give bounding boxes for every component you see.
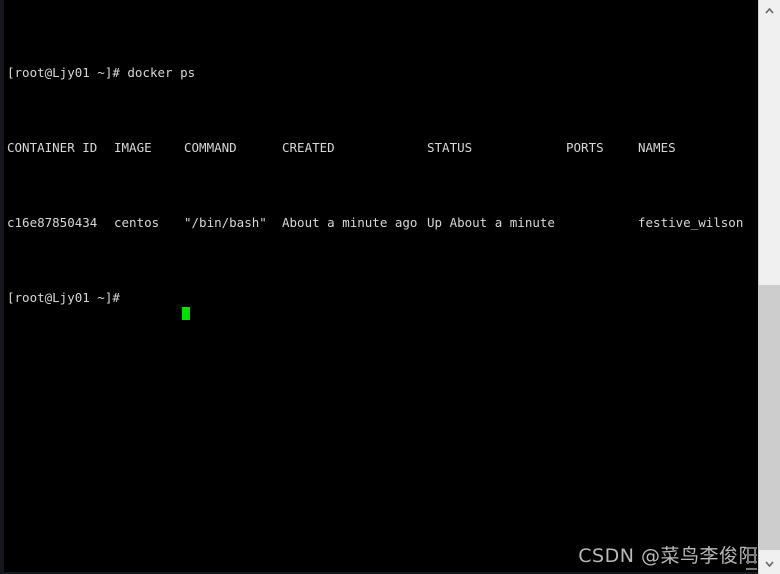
cell-names: festive_wilson: [638, 215, 744, 230]
terminal-cursor: [182, 307, 191, 320]
cell-created: About a minute ago: [282, 215, 418, 230]
terminal-output-area[interactable]: [root@Ljy01 ~]# docker ps CONTAINER ID I…: [4, 0, 756, 572]
cell-container-id: c16e87850434: [7, 215, 98, 230]
scrollbar-up-button[interactable]: [759, 0, 780, 21]
scrollbar-down-button[interactable]: [759, 553, 780, 574]
chevron-up-icon: [765, 7, 774, 14]
cell-status: Up About a minute: [427, 215, 555, 230]
terminal-line-command: [root@Ljy01 ~]# docker ps: [4, 65, 756, 80]
terminal-line-prompt-active: [root@Ljy01 ~]#: [4, 290, 756, 320]
header-ports: PORTS: [566, 140, 604, 155]
grip-line: [746, 568, 757, 570]
scrollbar-thumb[interactable]: [759, 285, 780, 550]
header-command: COMMAND: [184, 140, 237, 155]
chevron-down-icon: [765, 560, 774, 567]
header-image: IMAGE: [114, 140, 152, 155]
scrollbar-track[interactable]: [759, 21, 780, 553]
header-status: STATUS: [427, 140, 473, 155]
docker-ps-header-row: CONTAINER ID IMAGE COMMAND CREATED STATU…: [4, 140, 756, 155]
resize-grip[interactable]: [746, 546, 758, 572]
grip-line: [746, 554, 757, 556]
cell-image: centos: [114, 215, 160, 230]
header-names: NAMES: [638, 140, 676, 155]
header-created: CREATED: [282, 140, 335, 155]
header-container-id: CONTAINER ID: [7, 140, 98, 155]
grip-line: [746, 561, 757, 563]
active-prompt: [root@Ljy01 ~]#: [7, 290, 128, 305]
cell-command: "/bin/bash": [184, 215, 267, 230]
docker-ps-table-row: c16e87850434 centos "/bin/bash" About a …: [4, 215, 756, 230]
grip-line: [746, 547, 757, 549]
terminal-window[interactable]: [root@Ljy01 ~]# docker ps CONTAINER ID I…: [0, 0, 780, 574]
command-prompt-line: [root@Ljy01 ~]# docker ps: [7, 65, 196, 80]
vertical-scrollbar[interactable]: [758, 0, 780, 574]
